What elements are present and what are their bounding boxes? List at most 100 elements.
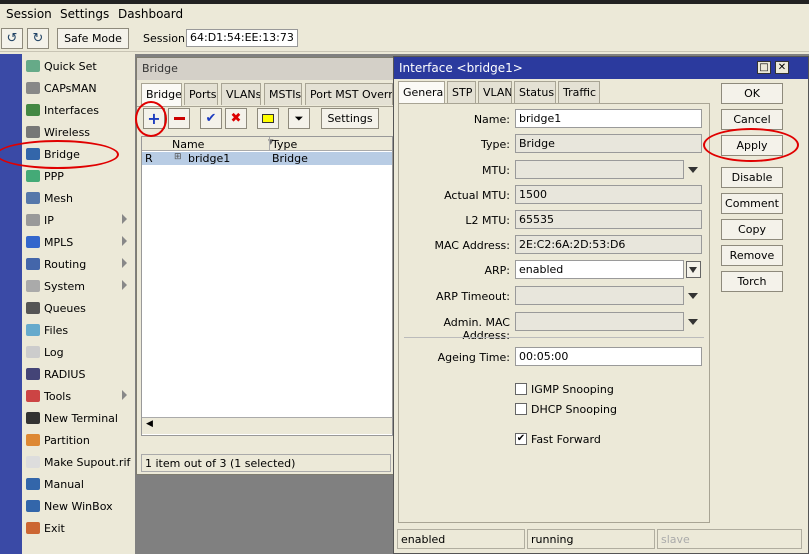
fast-forward-checkbox[interactable]: ✔ (515, 433, 527, 445)
close-button[interactable]: ✕ (775, 61, 789, 74)
maximize-button[interactable]: □ (757, 61, 771, 74)
horizontal-scrollbar[interactable]: ◀ (142, 417, 392, 434)
sidebar-item-capsman[interactable]: CAPsMAN (22, 77, 135, 99)
menu-settings[interactable]: Settings (60, 7, 109, 21)
sidebar-item-log[interactable]: Log (22, 341, 135, 363)
l2mtu-field: 65535 (515, 210, 702, 229)
sidebar-item-label: Quick Set (44, 59, 97, 73)
table-row[interactable]: R ⊞ bridge1 Bridge (142, 152, 392, 165)
maximize-icon: □ (759, 62, 769, 73)
dhcp-snooping-label: DHCP Snooping (531, 403, 617, 416)
sidebar-item-interfaces[interactable]: Interfaces (22, 99, 135, 121)
sidebar-item-new-terminal[interactable]: New Terminal (22, 407, 135, 429)
sidebar-item-ip[interactable]: IP (22, 209, 135, 231)
tab-traffic[interactable]: Traffic (558, 81, 600, 103)
mesh-icon (26, 192, 40, 204)
submenu-arrow-icon (122, 390, 127, 400)
sidebar-item-label: Manual (44, 477, 84, 491)
sidebar-item-exit[interactable]: Exit (22, 517, 135, 539)
column-name[interactable]: Name (172, 138, 204, 151)
partition-icon (26, 434, 40, 446)
submenu-arrow-icon (122, 214, 127, 224)
undo-button[interactable]: ↺ (1, 28, 23, 49)
type-field: Bridge (515, 134, 702, 153)
arp-dropdown-icon (689, 267, 697, 273)
arp-select[interactable]: enabled (515, 260, 684, 279)
routing-icon (26, 258, 40, 270)
copy-button[interactable]: Copy (721, 219, 783, 240)
tab-status[interactable]: Status (514, 81, 556, 103)
arp-timeout-input[interactable] (515, 286, 684, 305)
tab-port-mst-override[interactable]: Port MST Override (305, 83, 393, 105)
comment-button[interactable] (257, 108, 279, 129)
sidebar-item-radius[interactable]: RADIUS (22, 363, 135, 385)
menu-session[interactable]: Session (6, 7, 52, 21)
tab-vlans[interactable]: VLANs (221, 83, 261, 105)
sidebar-item-label: Partition (44, 433, 90, 447)
remove-interface-button[interactable]: Remove (721, 245, 783, 266)
queues-icon (26, 302, 40, 314)
sidebar-item-label: New Terminal (44, 411, 118, 425)
check-icon: ✔ (205, 111, 217, 126)
mtu-input[interactable] (515, 160, 684, 179)
disable-interface-button[interactable]: Disable (721, 167, 783, 188)
menu-dashboard[interactable]: Dashboard (118, 7, 183, 21)
bridge-window: Bridge Bridge Ports VLANs MSTIs Port MST… (136, 57, 394, 475)
radius-icon (26, 368, 40, 380)
mtu-dropdown-icon[interactable] (688, 167, 698, 173)
sidebar-item-system[interactable]: System (22, 275, 135, 297)
mac-field: 2E:C2:6A:2D:53:D6 (515, 235, 702, 254)
name-label: Name: (473, 113, 510, 126)
submenu-arrow-icon (122, 236, 127, 246)
torch-button[interactable]: Torch (721, 271, 783, 292)
settings-button[interactable]: Settings (321, 108, 379, 129)
admin-mac-label: Admin. MAC Address: (443, 316, 510, 342)
sidebar-item-mesh[interactable]: Mesh (22, 187, 135, 209)
admin-mac-dropdown-icon[interactable] (688, 319, 698, 325)
igmp-snooping-checkbox[interactable] (515, 383, 527, 395)
redo-button[interactable]: ↻ (27, 28, 49, 49)
admin-mac-input[interactable] (515, 312, 684, 331)
arp-dropdown-button[interactable] (686, 261, 701, 278)
sidebar-item-tools[interactable]: Tools (22, 385, 135, 407)
actual-mtu-field: 1500 (515, 185, 702, 204)
sidebar-item-partition[interactable]: Partition (22, 429, 135, 451)
sidebar-item-manual[interactable]: Manual (22, 473, 135, 495)
manual-icon (26, 478, 40, 490)
disable-button[interactable]: ✖ (225, 108, 247, 129)
x-icon: ✖ (230, 111, 242, 126)
name-input[interactable]: bridge1 (515, 109, 702, 128)
toolbar: ↺ ↻ Safe Mode Session: 64:D1:54:EE:13:73 (0, 26, 809, 52)
row-flag: R (145, 152, 153, 165)
winbox-icon (26, 500, 40, 512)
highlight-add-button (135, 101, 167, 137)
tab-ports[interactable]: Ports (184, 83, 218, 105)
sidebar-item-queues[interactable]: Queues (22, 297, 135, 319)
safe-mode-button[interactable]: Safe Mode (57, 28, 129, 49)
bridge-window-title[interactable]: Bridge (137, 58, 393, 80)
column-type[interactable]: Type (272, 138, 297, 151)
sidebar-item-quick-set[interactable]: Quick Set (22, 55, 135, 77)
ageing-time-input[interactable]: 00:05:00 (515, 347, 702, 366)
sidebar-item-routing[interactable]: Routing (22, 253, 135, 275)
sidebar-item-mpls[interactable]: MPLS (22, 231, 135, 253)
sidebar-item-new-winbox[interactable]: New WinBox (22, 495, 135, 517)
note-icon (262, 114, 274, 123)
arp-timeout-dropdown-icon[interactable] (688, 293, 698, 299)
log-icon (26, 346, 40, 358)
mtu-label: MTU: (482, 164, 510, 177)
comment-interface-button[interactable]: Comment (721, 193, 783, 214)
sidebar-item-make-supout-rif[interactable]: Make Supout.rif (22, 451, 135, 473)
scroll-left-icon: ◀ (146, 419, 153, 429)
sidebar-item-label: MPLS (44, 235, 74, 249)
remove-button[interactable] (168, 108, 190, 129)
sidebar-item-label: Tools (44, 389, 72, 403)
ok-button[interactable]: OK (721, 83, 783, 104)
cancel-button[interactable]: Cancel (721, 109, 783, 130)
filter-button[interactable]: ⏷ (288, 108, 310, 129)
system-icon (26, 280, 40, 292)
enable-button[interactable]: ✔ (200, 108, 222, 129)
sidebar-item-files[interactable]: Files (22, 319, 135, 341)
dhcp-snooping-checkbox[interactable] (515, 403, 527, 415)
tab-mstis[interactable]: MSTIs (264, 83, 302, 105)
